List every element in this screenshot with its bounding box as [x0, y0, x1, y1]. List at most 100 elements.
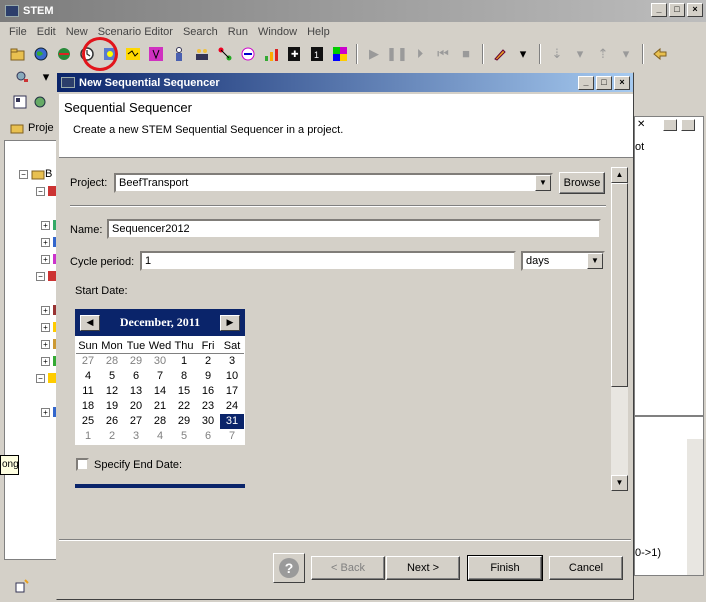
next-month-button[interactable]: ▶: [219, 314, 240, 331]
calendar-day-selected[interactable]: 31: [220, 414, 244, 429]
earth-graph-icon[interactable]: [54, 44, 74, 64]
expand-icon[interactable]: +: [41, 339, 50, 349]
menu-edit[interactable]: Edit: [32, 26, 61, 38]
menu-window[interactable]: Window: [253, 26, 302, 38]
trigger-icon[interactable]: [123, 44, 143, 64]
prev-annotation-icon[interactable]: ⇡: [593, 44, 613, 64]
menu-new[interactable]: New: [61, 26, 93, 38]
pen-icon[interactable]: [490, 44, 510, 64]
perspective-bug-icon[interactable]: [30, 92, 50, 112]
expand-icon[interactable]: +: [41, 220, 50, 230]
calendar-day[interactable]: 2: [100, 429, 124, 444]
tree-row-root[interactable]: − B: [5, 166, 63, 182]
calendar-day[interactable]: 15: [172, 384, 196, 399]
tree-row[interactable]: +: [5, 234, 63, 250]
tree-row[interactable]: +: [5, 217, 63, 233]
calendar-day[interactable]: 14: [148, 384, 172, 399]
perspective-icon[interactable]: [10, 92, 30, 112]
menu-run[interactable]: Run: [223, 26, 253, 38]
fast-view-icon[interactable]: [12, 576, 32, 596]
expand-icon[interactable]: +: [41, 322, 50, 332]
calendar-day[interactable]: 18: [76, 399, 100, 414]
dialog-maximize-button[interactable]: □: [596, 76, 612, 90]
calendar-day[interactable]: 7: [220, 429, 244, 444]
menu-search[interactable]: Search: [178, 26, 223, 38]
calendar-day[interactable]: 5: [172, 429, 196, 444]
maximize-button[interactable]: □: [669, 3, 685, 17]
tree-row[interactable]: +: [5, 353, 63, 369]
collapse-icon[interactable]: −: [36, 373, 45, 383]
color-map-icon[interactable]: [330, 44, 350, 64]
menu-file[interactable]: File: [4, 26, 32, 38]
back-button[interactable]: < Back: [311, 556, 385, 580]
calendar-day[interactable]: 20: [124, 399, 148, 414]
calendar-day[interactable]: 6: [196, 429, 220, 444]
calendar-day[interactable]: 4: [148, 429, 172, 444]
calendar-day[interactable]: 12: [100, 384, 124, 399]
minimize-button[interactable]: _: [651, 3, 667, 17]
menu-scenario-editor[interactable]: Scenario Editor: [93, 26, 178, 38]
expand-icon[interactable]: +: [41, 356, 50, 366]
experiment-icon[interactable]: 1: [307, 44, 327, 64]
calendar-day[interactable]: 10: [220, 369, 244, 384]
wizard-scrollbar[interactable]: ▲ ▼: [611, 167, 628, 491]
expand-icon[interactable]: +: [41, 237, 50, 247]
view-maximize-button[interactable]: [681, 119, 695, 131]
calendar-day[interactable]: 17: [220, 384, 244, 399]
calendar-day[interactable]: 25: [76, 414, 100, 429]
next-button[interactable]: Next >: [386, 556, 460, 580]
view-minimize-button[interactable]: [663, 119, 677, 131]
close-icon[interactable]: ✕: [637, 119, 645, 130]
run-icon[interactable]: ▶: [364, 44, 384, 64]
prev-annotation-dropdown-icon[interactable]: ▾: [616, 44, 636, 64]
finish-button[interactable]: Finish: [467, 555, 543, 581]
calendar-day[interactable]: 16: [196, 384, 220, 399]
tree-row[interactable]: +: [5, 302, 63, 318]
next-annotation-icon[interactable]: ⇣: [547, 44, 567, 64]
menu-help[interactable]: Help: [302, 26, 335, 38]
calendar-day[interactable]: 19: [100, 399, 124, 414]
scroll-down-icon[interactable]: ▼: [611, 475, 628, 491]
calendar-day[interactable]: 3: [220, 354, 244, 369]
calendar-day[interactable]: 30: [148, 354, 172, 369]
calendar-day[interactable]: 27: [76, 354, 100, 369]
tree-row[interactable]: −: [5, 183, 63, 199]
black-flag-icon[interactable]: ✚: [284, 44, 304, 64]
prev-month-button[interactable]: ◀: [80, 314, 100, 331]
chevron-down-icon[interactable]: ▼: [587, 253, 603, 269]
tree-row[interactable]: −: [5, 370, 63, 386]
calendar-day[interactable]: 28: [100, 354, 124, 369]
expand-icon[interactable]: +: [41, 407, 50, 417]
calendar-day[interactable]: 6: [124, 369, 148, 384]
expand-icon[interactable]: +: [41, 305, 50, 315]
search-dropdown-icon[interactable]: ▾: [36, 67, 56, 87]
calendar-day[interactable]: 4: [76, 369, 100, 384]
calendar-day[interactable]: 24: [220, 399, 244, 414]
tree-row[interactable]: +: [5, 319, 63, 335]
reset-icon[interactable]: ⏮: [433, 44, 453, 64]
globe-icon[interactable]: [31, 44, 51, 64]
people-icon[interactable]: [192, 44, 212, 64]
name-input[interactable]: Sequencer2012: [107, 219, 601, 239]
vertical-scrollbar[interactable]: [687, 439, 703, 575]
scroll-thumb[interactable]: [611, 183, 628, 387]
collapse-icon[interactable]: −: [36, 271, 45, 281]
calendar-day[interactable]: 30: [196, 414, 220, 429]
back-navigation-icon[interactable]: [650, 44, 670, 64]
calendar-day[interactable]: 29: [124, 354, 148, 369]
next-annotation-dropdown-icon[interactable]: ▾: [570, 44, 590, 64]
calendar-day[interactable]: 26: [100, 414, 124, 429]
specify-end-date-checkbox[interactable]: [76, 458, 89, 471]
collapse-icon[interactable]: −: [36, 186, 45, 196]
pen-dropdown-icon[interactable]: ▾: [513, 44, 533, 64]
search-icon[interactable]: [12, 67, 32, 87]
calendar-day[interactable]: 21: [148, 399, 172, 414]
chart-icon[interactable]: [261, 44, 281, 64]
dialog-close-button[interactable]: ×: [614, 76, 630, 90]
chevron-down-icon[interactable]: ▼: [535, 175, 551, 191]
calendar-day[interactable]: 1: [76, 429, 100, 444]
open-project-icon[interactable]: [8, 44, 28, 64]
calendar-day[interactable]: 9: [196, 369, 220, 384]
calendar-day[interactable]: 22: [172, 399, 196, 414]
calendar-day[interactable]: 13: [124, 384, 148, 399]
